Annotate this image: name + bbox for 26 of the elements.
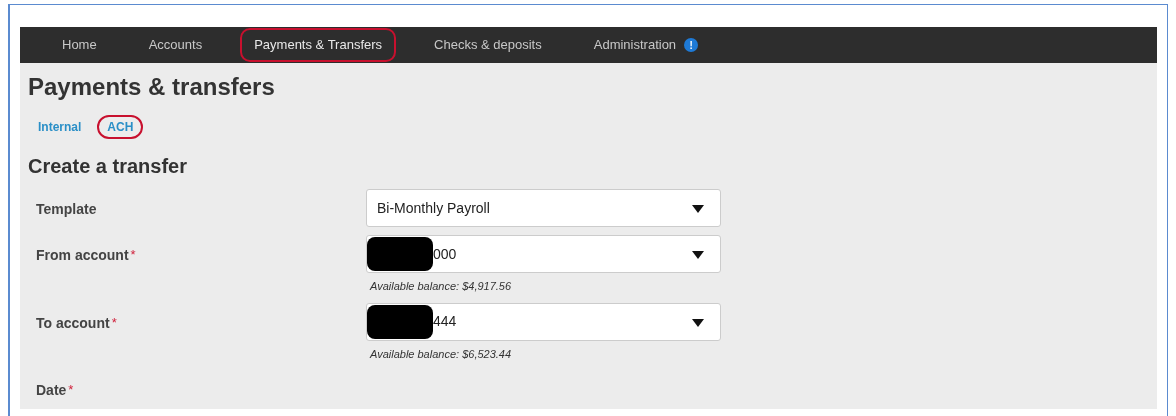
nav-link[interactable]: Administration ! (579, 28, 713, 62)
field-label: To account (36, 313, 110, 333)
balance-note: Available balance: $6,523.44 (370, 346, 513, 362)
section-title: Create a transfer (28, 154, 188, 179)
dropdown-caret-icon (692, 318, 704, 327)
field-label: Template (36, 200, 97, 219)
nav-link[interactable]: Checks & deposits (420, 28, 556, 62)
nav-link[interactable]: Payments & Transfers (240, 28, 397, 62)
dropdown-caret-icon (692, 205, 704, 213)
required-mark: * (111, 313, 117, 332)
select-field[interactable]: Bi-Monthly Payroll (366, 189, 721, 227)
dropdown-caret-icon (692, 251, 704, 259)
select-value: Bi-Monthly Payroll (377, 198, 490, 218)
select-value: 444 (433, 312, 457, 331)
field-label: Date (36, 381, 67, 400)
nav-link[interactable]: Accounts (134, 28, 217, 62)
required-mark: * (68, 381, 74, 399)
select-value: 000 (433, 244, 457, 264)
select-field[interactable]: 000 (366, 235, 721, 273)
alert-badge: ! (684, 38, 699, 52)
select-field[interactable]: 444 (366, 302, 721, 341)
nav-link[interactable]: Home (48, 28, 111, 62)
page-title: Payments & transfers (28, 72, 276, 102)
balance-note: Available balance: $4,917.56 (370, 279, 513, 294)
field-label: From account (36, 246, 129, 265)
required-mark: * (130, 246, 136, 264)
